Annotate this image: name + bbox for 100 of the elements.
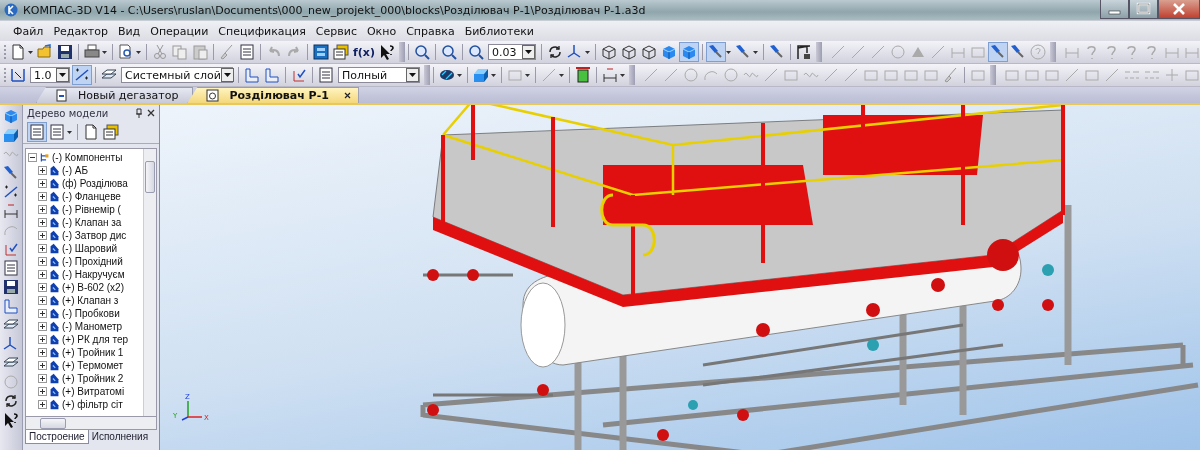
stacked-cards-icon[interactable] <box>102 123 120 141</box>
clipboard-icon[interactable] <box>191 43 209 61</box>
document-tab[interactable]: Розділювач Р-1 <box>187 87 359 103</box>
menu-item[interactable]: Библиотеки <box>459 24 539 38</box>
expand-icon[interactable] <box>38 309 47 318</box>
expand-icon[interactable] <box>38 205 47 214</box>
panel-tab[interactable]: Исполнения <box>88 430 152 443</box>
menu-item[interactable]: Вид <box>112 24 146 38</box>
vertical-scrollbar[interactable] <box>143 149 156 416</box>
function-button[interactable]: f(x) <box>351 45 377 59</box>
sketch-icon[interactable] <box>243 66 261 84</box>
tree-item[interactable]: (-) АБ <box>62 165 88 176</box>
menu-item[interactable]: Окно <box>361 24 402 38</box>
sketch-icon[interactable] <box>263 66 281 84</box>
cube-icon[interactable] <box>679 43 698 61</box>
printer-icon[interactable] <box>83 43 101 61</box>
expand-icon[interactable] <box>38 400 47 409</box>
expand-icon[interactable] <box>38 257 47 266</box>
close-icon[interactable] <box>147 109 155 117</box>
collapse-icon[interactable] <box>28 153 37 162</box>
expand-icon[interactable] <box>38 192 47 201</box>
wireframe-cube-icon[interactable] <box>599 43 618 61</box>
toolbar-grip[interactable] <box>398 42 405 62</box>
tree-item[interactable]: (ф) Розділюва <box>62 178 128 189</box>
menu-item[interactable]: Сервис <box>310 24 362 38</box>
line-width-combo[interactable]: 1.0 <box>30 67 70 83</box>
expand-icon[interactable] <box>38 244 47 253</box>
crane-icon[interactable] <box>794 43 813 61</box>
flashlight-icon[interactable] <box>706 43 725 61</box>
wireframe-cube-icon[interactable] <box>619 43 638 61</box>
horizontal-scrollbar[interactable] <box>25 416 157 430</box>
expand-icon[interactable] <box>38 218 47 227</box>
tree-item[interactable]: (+) Термомет <box>62 360 124 371</box>
folder-icon[interactable] <box>36 43 54 61</box>
display-mode-combo[interactable]: Полный <box>338 67 420 83</box>
menu-item[interactable]: Редактор <box>48 24 113 38</box>
grip-icon[interactable] <box>3 66 7 84</box>
document-tab[interactable]: Новый дегазатор <box>36 87 194 103</box>
tree-item[interactable]: (-) Манометр <box>62 321 123 332</box>
solid-block-icon[interactable] <box>2 126 20 144</box>
magnifier-icon[interactable] <box>412 43 431 61</box>
tree-item[interactable]: (-) Компоненты <box>52 152 123 163</box>
tree-item[interactable]: (+) В-602 (x2) <box>62 282 124 293</box>
framed-box-icon[interactable] <box>574 66 592 84</box>
maximize-icon[interactable] <box>1129 0 1158 19</box>
magnifier-icon[interactable] <box>439 43 458 61</box>
menu-item[interactable]: Спецификация <box>213 24 311 38</box>
tree-item[interactable]: (+) Тройник 1 <box>62 347 124 358</box>
stacked-cards-icon[interactable] <box>332 43 350 61</box>
toolbar-grip[interactable] <box>815 42 822 62</box>
tree-item[interactable]: (-) Накручуєм <box>62 269 125 280</box>
panel-tab[interactable]: Построение <box>25 430 89 444</box>
tree-item[interactable]: (-) Шаровий <box>62 243 118 254</box>
tree-item[interactable]: (+) РК для тер <box>62 334 128 345</box>
table-icon[interactable] <box>2 259 20 277</box>
cube-icon[interactable] <box>2 107 20 125</box>
snap-points-icon[interactable] <box>2 183 20 201</box>
tree-item[interactable]: (+) Тройник 2 <box>62 373 124 384</box>
tree-item[interactable]: (-) Пробкови <box>62 308 120 319</box>
expand-icon[interactable] <box>38 166 47 175</box>
expand-icon[interactable] <box>38 270 47 279</box>
table-icon[interactable] <box>238 43 256 61</box>
expand-icon[interactable] <box>38 179 47 188</box>
arrow-cursor-icon[interactable] <box>2 411 20 429</box>
snap-points-icon[interactable] <box>73 66 91 84</box>
menu-item[interactable]: Операции <box>145 24 214 38</box>
circular-arrows-icon[interactable] <box>2 392 20 410</box>
tolerance-icon[interactable] <box>2 202 20 220</box>
expand-icon[interactable] <box>38 361 47 370</box>
close-icon[interactable] <box>342 91 352 100</box>
layer-combo[interactable]: Системный слой <box>121 67 233 83</box>
tree-item[interactable]: (+) Клапан з <box>62 295 119 306</box>
tree-item[interactable]: (+) Витратомі <box>62 386 125 397</box>
expand-icon[interactable] <box>38 387 47 396</box>
expand-icon[interactable] <box>38 322 47 331</box>
flashlight-icon[interactable] <box>988 43 1007 61</box>
close-icon[interactable] <box>1158 0 1200 19</box>
grip-icon[interactable] <box>3 43 7 61</box>
wireframe-cube-icon[interactable] <box>639 43 658 61</box>
cabinet-icon[interactable] <box>312 43 330 61</box>
magnifier-icon[interactable] <box>466 43 485 61</box>
tree-item[interactable]: (-) Затвор дис <box>62 230 127 241</box>
scale-combo[interactable]: 0.03 <box>487 44 536 60</box>
expand-icon[interactable] <box>38 231 47 240</box>
tree-item[interactable]: (-) Фланцеве <box>62 191 121 202</box>
solid-block-icon[interactable] <box>472 66 490 84</box>
toolbar-grip[interactable] <box>1049 42 1056 62</box>
expand-icon[interactable] <box>38 296 47 305</box>
toolbar-grip[interactable] <box>424 65 430 85</box>
tree-item[interactable]: (+) фільтр сіт <box>62 399 123 410</box>
expand-icon[interactable] <box>38 283 47 292</box>
expand-icon[interactable] <box>38 348 47 357</box>
menu-item[interactable]: Файл <box>8 24 49 38</box>
tree-item[interactable]: (-) Прохідний <box>62 256 123 267</box>
minimize-icon[interactable] <box>1100 0 1129 19</box>
grid-arrows-icon[interactable] <box>9 66 27 84</box>
pin-icon[interactable] <box>135 108 143 118</box>
menu-item[interactable]: Справка <box>401 24 460 38</box>
table-icon[interactable] <box>317 66 335 84</box>
page-icon[interactable] <box>9 43 27 61</box>
